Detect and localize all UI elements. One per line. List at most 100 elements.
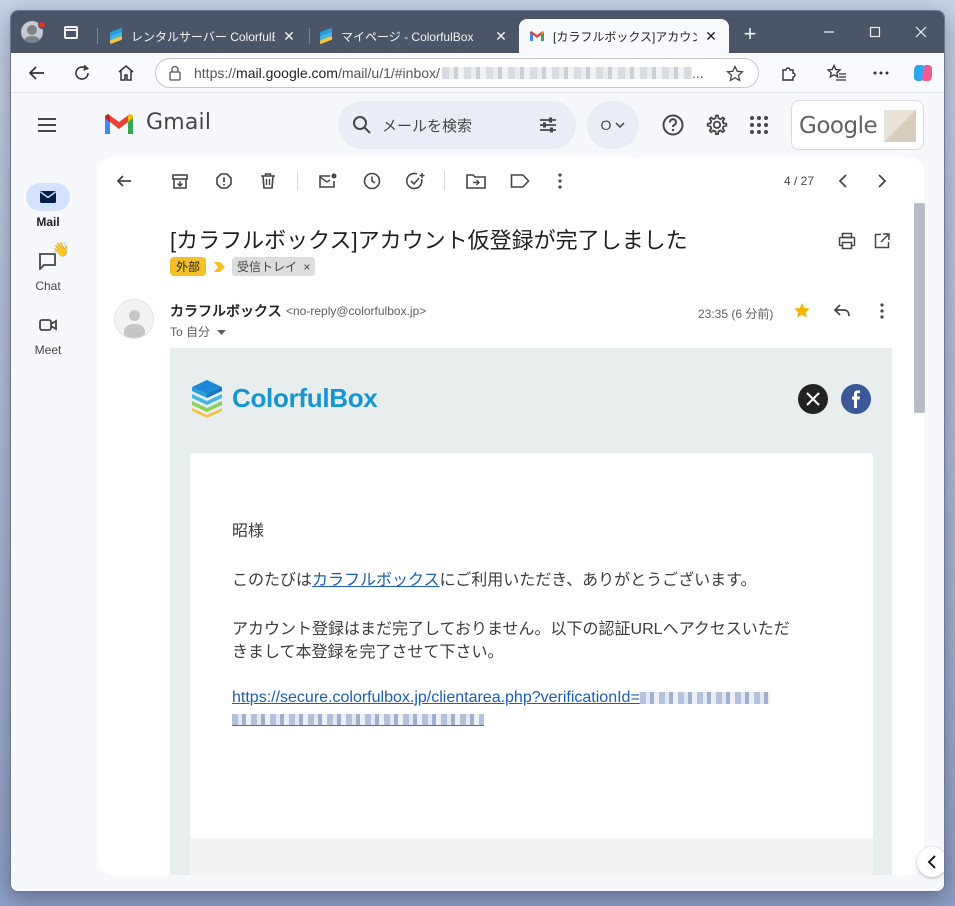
- open-in-new-window-button[interactable]: [870, 229, 894, 253]
- email-footer-panel: [190, 838, 873, 875]
- status-label: O: [600, 117, 612, 133]
- inbox-label-text: 受信トレイ: [237, 260, 298, 274]
- puzzle-icon: [782, 67, 796, 81]
- url-ellipsis: ...: [691, 65, 704, 81]
- print-button[interactable]: [835, 229, 859, 253]
- add-to-tasks-button[interactable]: [404, 169, 428, 193]
- toolbar-divider: [444, 171, 445, 191]
- rail-item-meet[interactable]: Meet: [11, 311, 85, 357]
- label-chips: 外部 受信トレイ ×: [170, 257, 316, 276]
- favorites-list-icon: [827, 64, 846, 81]
- verification-url[interactable]: https://secure.colorfulbox.jp/clientarea…: [232, 689, 640, 706]
- message-view: 4 / 27 [カラフルボックス]アカウント仮登録が完了しました 外部 受信トレ…: [98, 157, 924, 875]
- importance-marker-icon[interactable]: [212, 261, 226, 273]
- x-logo-icon: [806, 392, 820, 406]
- account-button[interactable]: Google: [791, 100, 924, 150]
- archive-button[interactable]: [168, 169, 192, 193]
- arrow-left-icon: [116, 175, 131, 187]
- profile-button[interactable]: [11, 11, 53, 53]
- colorfulbox-logo: ColorfulBox: [190, 378, 378, 418]
- sender-avatar: [114, 299, 154, 339]
- older-button[interactable]: [870, 169, 894, 193]
- close-window-button[interactable]: [898, 11, 944, 53]
- more-vertical-icon: [558, 173, 562, 189]
- status-indicator[interactable]: O: [587, 101, 639, 149]
- account-avatar: [884, 110, 916, 142]
- remove-label-button[interactable]: ×: [303, 260, 310, 274]
- reload-button[interactable]: [68, 59, 96, 87]
- back-button[interactable]: [23, 59, 51, 87]
- verification-link[interactable]: https://secure.colorfulbox.jp/clientarea…: [232, 687, 832, 731]
- favorite-star-icon[interactable]: [726, 65, 744, 83]
- maximize-button[interactable]: [852, 11, 898, 53]
- main-menu-button[interactable]: [35, 113, 59, 137]
- move-folder-icon: [466, 174, 486, 189]
- x-social-link[interactable]: [798, 384, 828, 414]
- favorites-button[interactable]: [823, 59, 851, 87]
- apps-button[interactable]: [745, 111, 773, 139]
- star-button[interactable]: [790, 299, 814, 323]
- chevron-left-icon: [838, 174, 847, 188]
- minimize-button[interactable]: [806, 11, 852, 53]
- extensions-button[interactable]: [775, 59, 803, 87]
- message-more-button[interactable]: [870, 299, 894, 323]
- support-button[interactable]: [659, 111, 687, 139]
- new-tab-button[interactable]: +: [739, 23, 761, 45]
- colorfulbox-wordmark: ColorfulBox: [232, 382, 378, 413]
- copilot-icon: [914, 65, 932, 81]
- settings-button[interactable]: [703, 111, 731, 139]
- tab-mypage[interactable]: マイページ - ColorfulBox ✕: [309, 19, 519, 53]
- url-field[interactable]: https:// mail.google.com /mail/u/1/#inbo…: [155, 58, 759, 88]
- tab-close-icon[interactable]: ✕: [703, 28, 719, 45]
- move-to-button[interactable]: [464, 169, 488, 193]
- back-to-inbox-button[interactable]: [112, 169, 136, 193]
- message-toolbar: 4 / 27: [98, 157, 924, 205]
- delete-button[interactable]: [256, 169, 280, 193]
- rail-label: Chat: [35, 279, 61, 293]
- more-actions-button[interactable]: [548, 169, 572, 193]
- home-button[interactable]: [112, 59, 140, 87]
- tab-title: レンタルサーバー ColorfulBox（: [131, 29, 275, 44]
- email-greeting: 昭様: [232, 523, 265, 540]
- gmail-wordmark: Gmail: [146, 110, 212, 135]
- report-spam-button[interactable]: [212, 169, 236, 193]
- reload-icon: [75, 64, 90, 80]
- newer-button[interactable]: [831, 169, 855, 193]
- rail-item-chat[interactable]: 👋 Chat: [11, 241, 85, 293]
- email-line-1: このたびはカラフルボックスにご利用いただき、ありがとうございます。: [232, 570, 757, 592]
- message-subject: [カラフルボックス]アカウント仮登録が完了しました: [170, 228, 688, 253]
- search-input[interactable]: メールを検索: [338, 101, 576, 149]
- side-panel-toggle[interactable]: [917, 847, 944, 877]
- email-message-panel: 昭様 このたびはカラフルボックスにご利用いただき、ありがとうございます。 アカウ…: [190, 453, 873, 843]
- colorfulbox-logo-icon: [192, 380, 222, 418]
- reply-icon: [833, 304, 850, 317]
- tab-gmail-active[interactable]: [カラフルボックス]アカウント仮登 ✕: [519, 19, 729, 53]
- scrollbar-thumb[interactable]: [914, 203, 925, 413]
- tab-separator: [97, 28, 98, 44]
- facebook-social-link[interactable]: [841, 384, 871, 414]
- tab-close-icon[interactable]: ✕: [281, 28, 297, 45]
- recipient-details-toggle[interactable]: To 自分: [170, 323, 227, 340]
- chevron-right-icon: [878, 174, 887, 188]
- home-icon: [118, 65, 134, 81]
- verification-url-redacted[interactable]: [232, 713, 484, 726]
- copilot-button[interactable]: [909, 59, 937, 87]
- rail-label: Meet: [34, 343, 62, 357]
- toolbar-divider: [297, 171, 298, 191]
- rail-item-mail[interactable]: Mail: [11, 183, 85, 229]
- tab-rental-server[interactable]: レンタルサーバー ColorfulBox（ ✕: [99, 19, 307, 53]
- snooze-button[interactable]: [360, 169, 384, 193]
- tab-close-icon[interactable]: ✕: [493, 28, 509, 45]
- more-menu-button[interactable]: [867, 59, 895, 87]
- colorfulbox-link[interactable]: カラフルボックス: [312, 572, 440, 589]
- search-options-icon[interactable]: [538, 115, 558, 135]
- url-redacted: [441, 67, 692, 79]
- verification-url-redacted[interactable]: [639, 691, 770, 704]
- tab-actions-button[interactable]: [53, 11, 89, 53]
- inbox-label: 受信トレイ ×: [232, 257, 316, 276]
- labels-button[interactable]: [508, 169, 532, 193]
- line1-prefix: このたびは: [232, 572, 313, 589]
- reply-button[interactable]: [830, 299, 854, 323]
- mark-unread-button[interactable]: [316, 169, 340, 193]
- tab-bar: レンタルサーバー ColorfulBox（ ✕ マイページ - Colorful…: [11, 11, 944, 53]
